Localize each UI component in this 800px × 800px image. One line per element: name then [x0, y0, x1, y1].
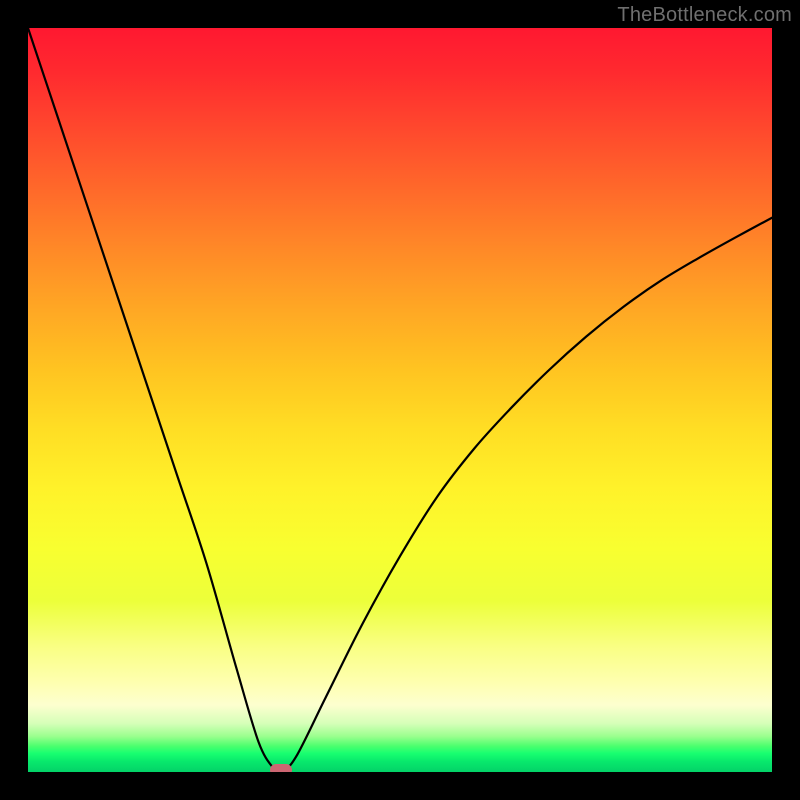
plot-area: [28, 28, 772, 772]
bottleneck-curve: [28, 28, 772, 772]
watermark-text: TheBottleneck.com: [617, 4, 792, 27]
chart-frame: TheBottleneck.com: [0, 0, 800, 800]
optimum-marker: [270, 764, 292, 772]
